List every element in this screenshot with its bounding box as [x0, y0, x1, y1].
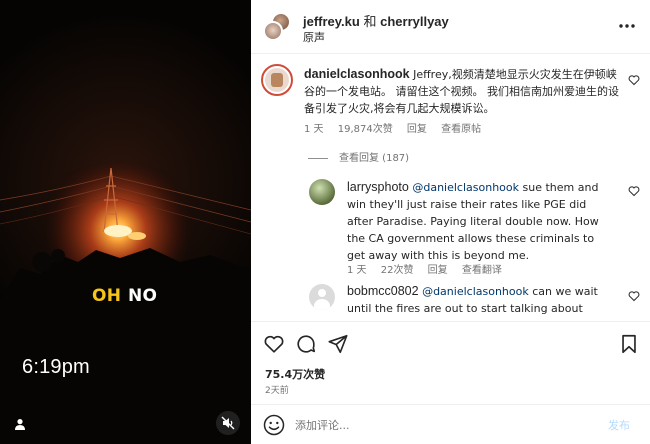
- reply-button[interactable]: 回复: [407, 124, 427, 135]
- divider: [308, 157, 328, 159]
- bookmark-icon[interactable]: [618, 333, 640, 355]
- mute-icon[interactable]: [216, 411, 240, 435]
- collab-avatars[interactable]: [263, 12, 291, 41]
- video-timestamp-overlay: 6:19pm: [22, 356, 90, 378]
- author-username[interactable]: cherryllyay: [380, 14, 449, 29]
- view-replies-button[interactable]: 查看回复 (187): [308, 149, 409, 164]
- translate-button[interactable]: 查看翻译: [462, 265, 502, 276]
- video-player[interactable]: OH NO 6:19pm: [0, 0, 251, 444]
- comment-composer: 发布: [251, 404, 650, 444]
- reply-meta: 1 天 22次赞 回复 查看翻译: [347, 261, 513, 276]
- emoji-icon[interactable]: [263, 414, 285, 436]
- more-options-icon[interactable]: [617, 16, 637, 36]
- comment-time: 1 天: [304, 124, 324, 135]
- reply-button[interactable]: 回复: [428, 265, 448, 276]
- author-conjunction: 和: [363, 14, 377, 29]
- heart-icon[interactable]: [263, 333, 285, 355]
- reply-likes[interactable]: 22次赞: [381, 265, 414, 276]
- like-reply-heart-icon[interactable]: [628, 185, 640, 197]
- avatar[interactable]: [263, 21, 283, 41]
- post-authors: jeffrey.ku 和 cherryllyay: [303, 11, 449, 30]
- like-reply-heart-icon[interactable]: [628, 290, 640, 302]
- reply-mention[interactable]: @danielclasonhook: [412, 181, 519, 194]
- post-header: jeffrey.ku 和 cherryllyay 原声: [251, 0, 650, 54]
- comment-meta: 1 天 19,874次赞 回复 查看原帖: [304, 120, 492, 135]
- user-tag-icon[interactable]: [14, 418, 26, 430]
- comment-body: danielclasonhook Jeffrey,视频清楚地显示火灾发生在伊顿峡…: [304, 66, 620, 117]
- view-replies-label: 查看回复 (187): [339, 153, 410, 164]
- comments-list[interactable]: danielclasonhook Jeffrey,视频清楚地显示火灾发生在伊顿峡…: [251, 55, 650, 321]
- author-username[interactable]: jeffrey.ku: [303, 14, 360, 29]
- avatar[interactable]: [261, 64, 293, 96]
- post-comment-button[interactable]: 发布: [608, 417, 630, 433]
- post-actions: 75.4万次赞 2天前: [251, 321, 650, 401]
- comment-icon[interactable]: [295, 333, 317, 355]
- reply-username[interactable]: larrysphoto: [347, 180, 409, 194]
- view-original-button[interactable]: 查看原帖: [441, 124, 481, 135]
- share-icon[interactable]: [327, 333, 349, 355]
- video-caption-highlight: OH: [92, 286, 122, 306]
- reply-time: 1 天: [347, 265, 367, 276]
- audio-label[interactable]: 原声: [303, 29, 325, 45]
- reply-body: bobmcc0802 @danielclasonhook can we wait…: [347, 283, 613, 321]
- comment-input[interactable]: [295, 415, 595, 435]
- comment-username[interactable]: danielclasonhook: [304, 67, 410, 81]
- post-likes-count[interactable]: 75.4万次赞: [265, 366, 325, 382]
- video-caption: NO: [128, 286, 158, 306]
- avatar[interactable]: [309, 179, 335, 205]
- like-comment-heart-icon[interactable]: [628, 74, 640, 86]
- avatar[interactable]: [309, 284, 335, 310]
- comment-likes[interactable]: 19,874次赞: [338, 124, 393, 135]
- reply-username[interactable]: bobmcc0802: [347, 284, 419, 298]
- reply-mention[interactable]: @danielclasonhook: [422, 285, 529, 298]
- post-panel: jeffrey.ku 和 cherryllyay 原声 danielclason…: [251, 0, 650, 444]
- post-date: 2天前: [265, 386, 289, 396]
- reply-body: larrysphoto @danielclasonhook sue them a…: [347, 179, 613, 264]
